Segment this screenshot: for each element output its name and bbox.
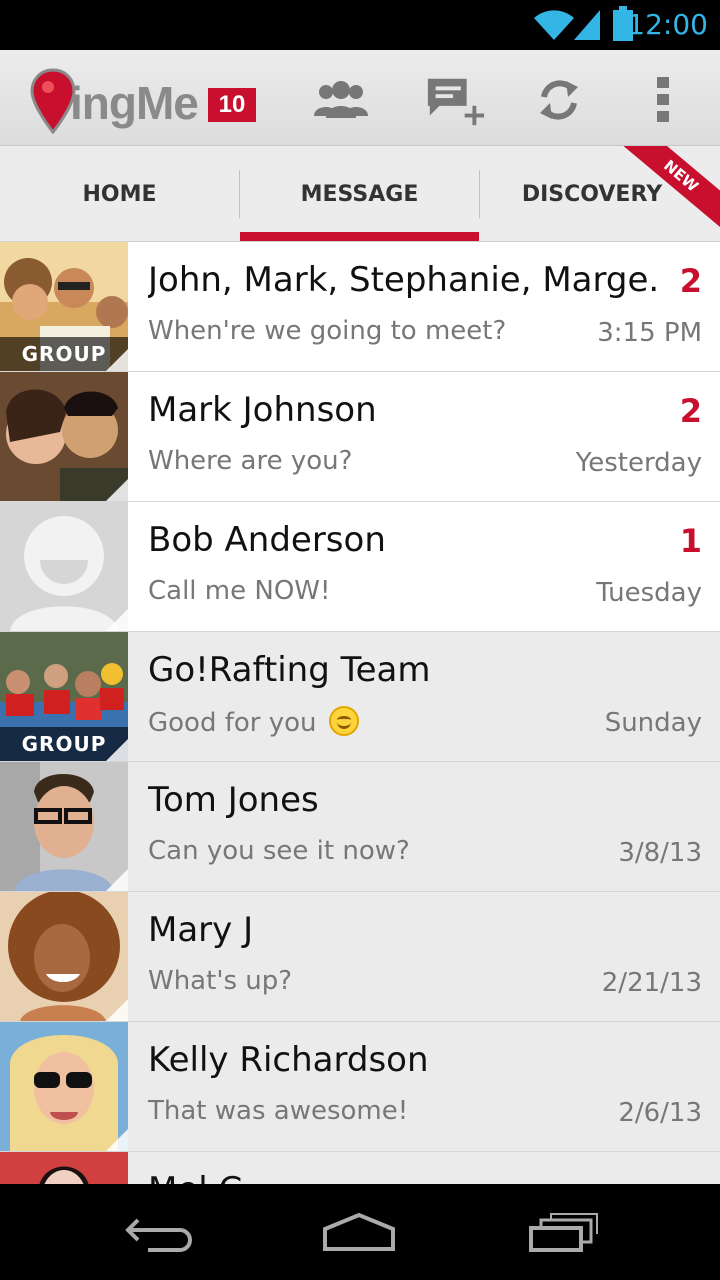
tab-message[interactable]: MESSAGE	[240, 146, 479, 241]
notification-badge: 10	[208, 88, 256, 122]
app-logo[interactable]: ingMe 10	[30, 66, 260, 136]
app-name: ingMe	[70, 77, 199, 129]
message-preview: When're we going to meet?	[148, 316, 507, 346]
message-preview: Good for you	[148, 706, 359, 738]
avatar	[0, 1022, 128, 1151]
message-time: 2/21/13	[601, 968, 702, 998]
contact-name: Mel C	[148, 1170, 658, 1184]
contact-name: Mary J	[148, 910, 254, 950]
message-preview: Can you see it now?	[148, 836, 410, 866]
contact-name: Mark Johnson	[148, 390, 377, 430]
tab-bar: HOME MESSAGE DISCOVERY NEW	[0, 146, 720, 242]
wifi-icon	[534, 10, 574, 40]
message-preview: Call me NOW!	[148, 576, 331, 606]
avatar-corner	[106, 1129, 128, 1151]
contacts-icon[interactable]	[310, 72, 372, 128]
unread-count: 2	[679, 392, 702, 430]
avatar-corner	[106, 869, 128, 891]
refresh-icon[interactable]	[528, 72, 590, 128]
avatar	[0, 502, 128, 631]
clock: 12:00	[627, 8, 708, 41]
list-item[interactable]: Mary J What's up? 2/21/13	[0, 892, 720, 1022]
avatar	[0, 372, 128, 501]
contact-name: Kelly Richardson	[148, 1040, 429, 1080]
message-preview: What's up?	[148, 966, 293, 996]
list-item[interactable]: Bob Anderson 1 Call me NOW! Tuesday	[0, 502, 720, 632]
avatar-corner	[106, 349, 128, 371]
contact-name: Tom Jones	[148, 780, 319, 820]
avatar	[0, 1152, 128, 1184]
message-preview-text: Good for you	[148, 708, 317, 738]
recent-apps-icon[interactable]	[518, 1204, 608, 1260]
avatar-corner	[106, 479, 128, 501]
list-item[interactable]: Kelly Richardson That was awesome! 2/6/1…	[0, 1022, 720, 1152]
message-time: Yesterday	[575, 448, 702, 478]
message-preview: Where are you?	[148, 446, 353, 476]
unread-count: 1	[679, 522, 702, 560]
list-item[interactable]: Mark Johnson 2 Where are you? Yesterday	[0, 372, 720, 502]
avatar-corner	[106, 609, 128, 631]
home-icon[interactable]	[314, 1204, 404, 1260]
list-item[interactable]: Tom Jones Can you see it now? 3/8/13	[0, 762, 720, 892]
contact-name: Bob Anderson	[148, 520, 386, 560]
contact-name: Go!Rafting Team	[148, 650, 431, 690]
signal-icon	[574, 10, 600, 40]
avatar: GROUP	[0, 242, 128, 371]
message-time: 3:15 PM	[597, 318, 702, 348]
navigation-bar	[0, 1184, 720, 1280]
new-message-icon[interactable]	[424, 72, 486, 128]
contact-name: John, Mark, Stephanie, Marge...	[148, 260, 658, 300]
avatar-corner	[106, 739, 128, 761]
message-time: 2/6/13	[618, 1098, 702, 1128]
avatar: GROUP	[0, 632, 128, 761]
avatar	[0, 892, 128, 1021]
overflow-menu-icon[interactable]	[632, 72, 694, 128]
list-item[interactable]: Mel C	[0, 1152, 720, 1184]
message-preview: That was awesome!	[148, 1096, 409, 1126]
back-icon[interactable]	[114, 1204, 204, 1260]
action-bar: ingMe 10	[0, 50, 720, 146]
conversation-list[interactable]: GROUP John, Mark, Stephanie, Marge... 2 …	[0, 242, 720, 1184]
list-item[interactable]: GROUP Go!Rafting Team Good for you Sunda…	[0, 632, 720, 762]
list-item[interactable]: GROUP John, Mark, Stephanie, Marge... 2 …	[0, 242, 720, 372]
smiley-emoji-icon	[328, 706, 359, 736]
status-bar: 12:00	[0, 0, 720, 50]
message-time: 3/8/13	[618, 838, 702, 868]
tab-home[interactable]: HOME	[0, 146, 239, 241]
avatar	[0, 762, 128, 891]
message-time: Sunday	[604, 708, 702, 738]
unread-count: 2	[679, 262, 702, 300]
avatar-corner	[106, 999, 128, 1021]
message-time: Tuesday	[596, 578, 702, 608]
